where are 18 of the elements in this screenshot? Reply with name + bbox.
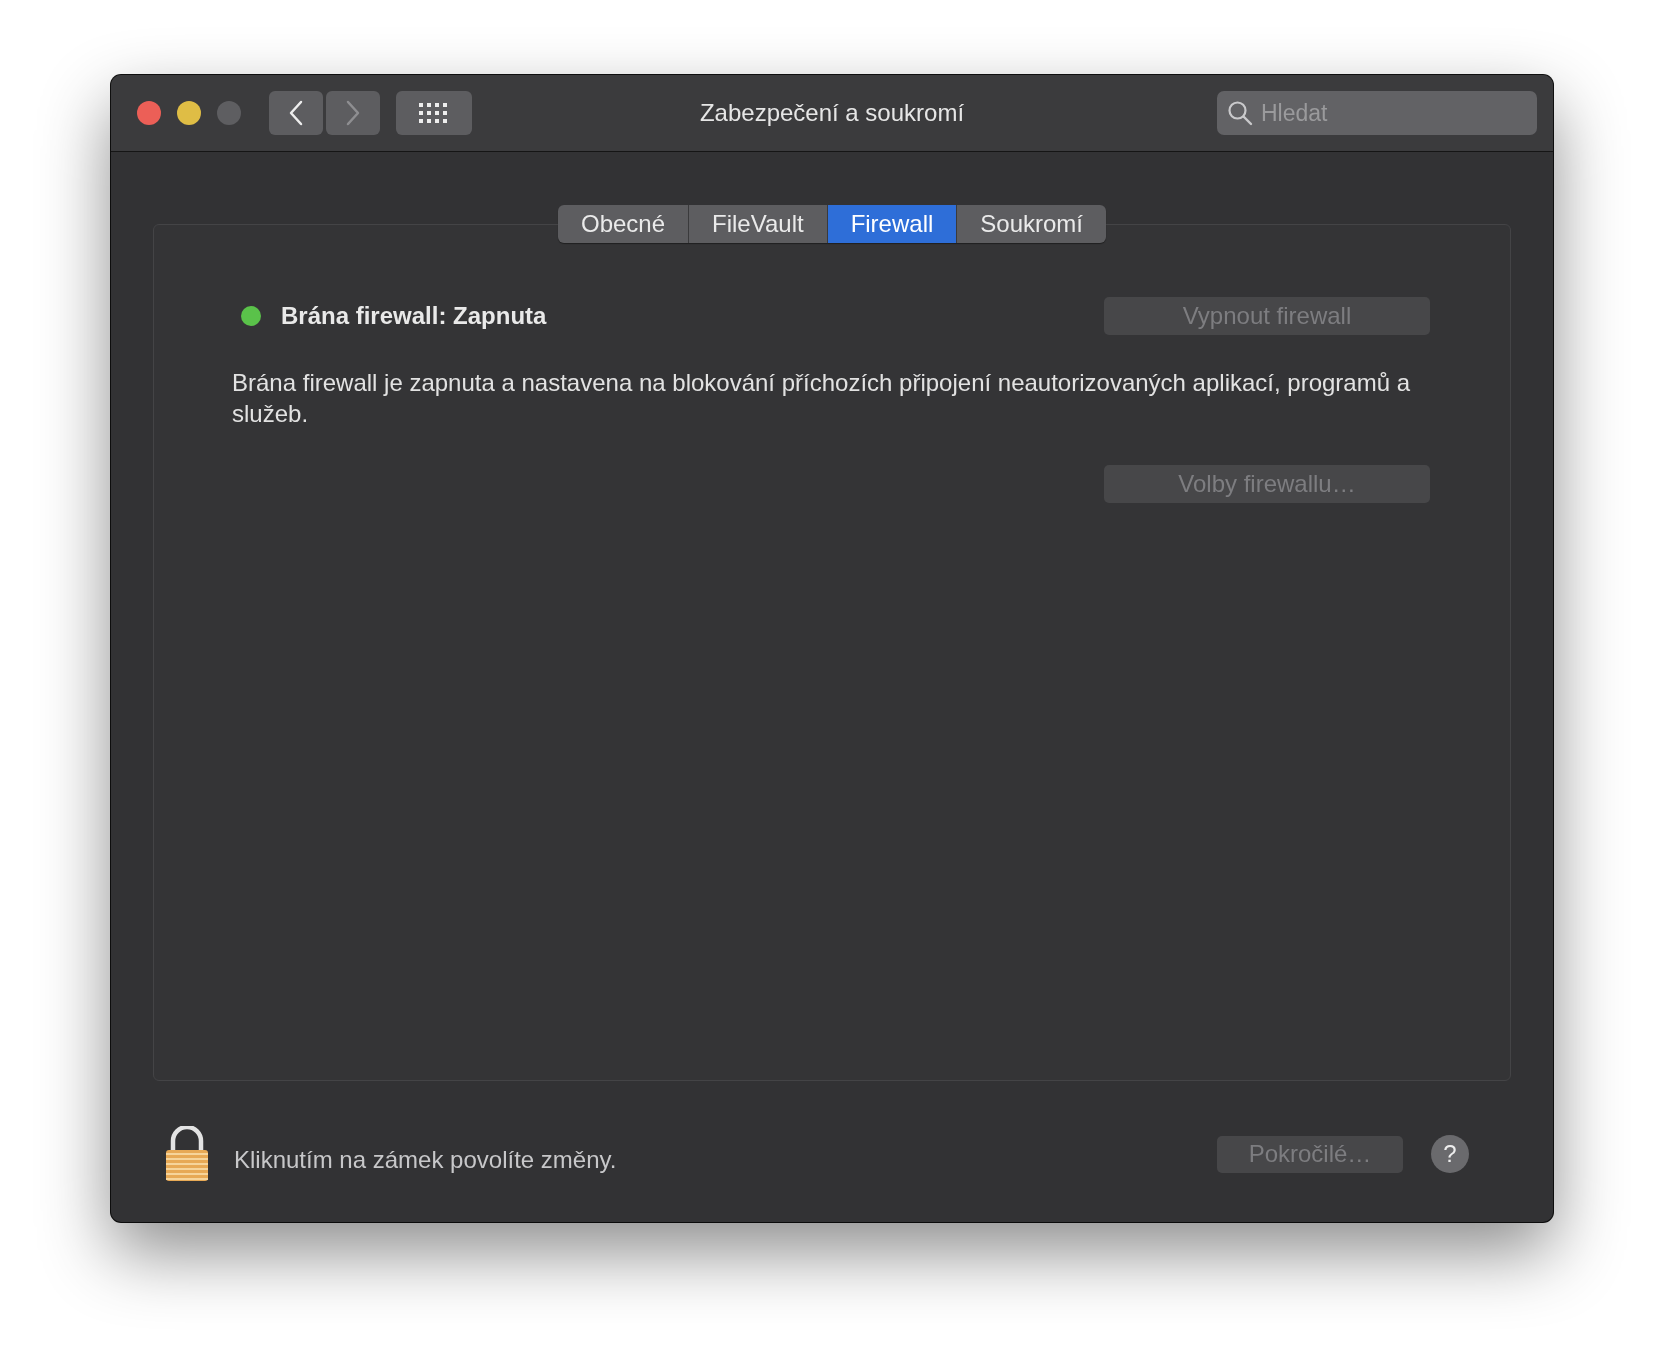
chevron-left-icon bbox=[288, 100, 304, 126]
firewall-status: Brána firewall: Zapnuta bbox=[281, 302, 547, 330]
tab[interactable]: FileVault bbox=[688, 205, 827, 243]
tab[interactable]: Soukromí bbox=[956, 205, 1106, 243]
lock-hint: Kliknutím na zámek povolíte změny. bbox=[234, 1146, 617, 1174]
tab[interactable]: Obecné bbox=[557, 205, 689, 243]
close-window-button[interactable] bbox=[137, 101, 161, 125]
chevron-right-icon bbox=[345, 100, 361, 126]
padlock-icon bbox=[164, 1126, 210, 1182]
minimize-window-button[interactable] bbox=[177, 101, 201, 125]
show-all-button[interactable] bbox=[396, 91, 472, 135]
window-title: Zabezpečení a soukromí bbox=[699, 99, 965, 126]
help-button[interactable]: ? bbox=[1431, 1135, 1469, 1173]
firewall-description: Brána firewall je zapnuta a nastavena na blokování příchozích připojení neautorizovaných aplikací, programů a služeb. bbox=[232, 368, 1412, 429]
back-button[interactable] bbox=[269, 91, 323, 135]
grid-icon bbox=[419, 103, 449, 123]
tab[interactable]: Firewall bbox=[826, 205, 957, 243]
search-field[interactable]: Hledat bbox=[1217, 91, 1537, 135]
